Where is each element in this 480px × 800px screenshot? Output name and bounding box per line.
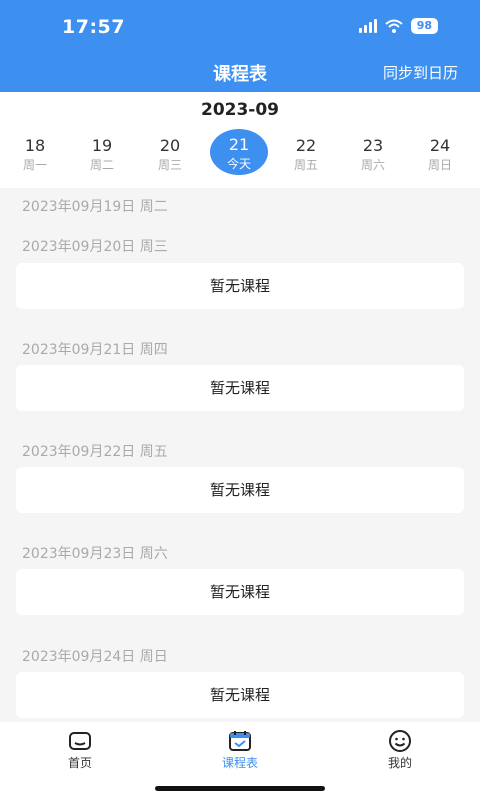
home-icon (69, 732, 91, 750)
day-item[interactable]: 24 周日 (411, 130, 469, 178)
signal-icon (358, 19, 377, 33)
month-label: 2023-09 (200, 100, 280, 120)
day-item[interactable]: 19 周二 (73, 130, 131, 178)
day-number: 20 (159, 136, 181, 155)
date-header: 2023年09月21日 周四 (22, 342, 168, 358)
tab-label: 首页 (67, 756, 92, 770)
battery-icon: 98 (410, 18, 438, 34)
day-weekday: 周六 (360, 158, 385, 172)
status-time: 17:57 (62, 16, 125, 38)
week-strip: 2023-09 18 周一 19 周二 20 周三 21 今天 22 周五 23… (0, 92, 480, 188)
empty-course-card: 暂无课程 (16, 263, 464, 309)
day-weekday: 周二 (89, 158, 114, 172)
day-weekday: 周三 (157, 158, 182, 172)
sync-to-calendar-button[interactable]: 同步到日历 (383, 62, 458, 83)
tab-home[interactable]: 首页 (30, 730, 130, 771)
day-weekday: 周五 (293, 158, 318, 172)
day-item[interactable]: 22 周五 (277, 130, 335, 178)
date-header: 2023年09月22日 周五 (22, 444, 168, 460)
day-item[interactable]: 18 周一 (6, 130, 64, 178)
date-header: 2023年09月20日 周三 (22, 239, 168, 255)
day-number: 23 (362, 136, 384, 155)
empty-course-card: 暂无课程 (16, 672, 464, 718)
day-number: 24 (429, 136, 451, 155)
tab-schedule[interactable]: 课程表 (190, 730, 290, 771)
day-weekday: 周日 (427, 158, 452, 172)
tab-label: 我的 (387, 756, 412, 770)
day-item-today[interactable]: 21 今天 (210, 129, 268, 175)
tab-profile[interactable]: 我的 (350, 730, 450, 771)
wifi-icon (385, 19, 403, 33)
day-item[interactable]: 23 周六 (344, 130, 402, 178)
tab-label: 课程表 (221, 756, 258, 770)
day-number: 18 (24, 136, 46, 155)
calendar-icon (229, 731, 251, 751)
day-weekday: 周一 (22, 158, 47, 172)
date-header: 2023年09月23日 周六 (22, 546, 168, 562)
date-header: 2023年09月24日 周日 (22, 649, 168, 665)
empty-course-card: 暂无课程 (16, 365, 464, 411)
home-indicator (155, 786, 325, 791)
day-weekday: 今天 (226, 157, 251, 171)
smile-icon (389, 730, 411, 752)
date-header: 2023年09月19日 周二 (22, 199, 168, 215)
day-item[interactable]: 20 周三 (141, 130, 199, 178)
empty-course-card: 暂无课程 (16, 569, 464, 615)
status-icons: 98 (358, 18, 438, 34)
day-number: 22 (295, 136, 317, 155)
empty-course-card: 暂无课程 (16, 467, 464, 513)
day-number: 21 (228, 135, 250, 154)
app-header: 17:57 98 课程表 同步到日历 (0, 0, 480, 92)
day-number: 19 (91, 136, 113, 155)
